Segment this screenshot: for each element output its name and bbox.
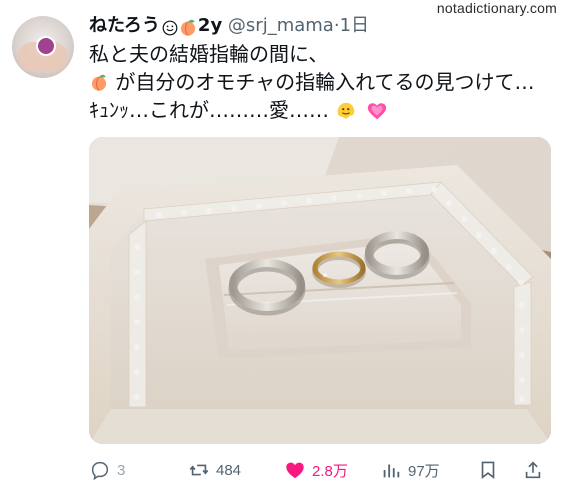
share-icon bbox=[525, 461, 541, 479]
tweet-actions: 3 484 2.8万 97万 bbox=[89, 455, 551, 485]
tweet-text: 私と夫の結婚指輪の間に、 が自分のオモチャの指輪入れてるの見つけて… ｷｭﾝｯ…… bbox=[89, 40, 559, 124]
retweet-icon bbox=[189, 464, 209, 476]
reply-count: 3 bbox=[117, 461, 126, 479]
tweet-photo[interactable] bbox=[89, 137, 551, 444]
smiling-face-icon bbox=[160, 18, 178, 39]
name-suffix: 2y bbox=[197, 15, 223, 36]
timestamp[interactable]: 1日 bbox=[340, 15, 369, 36]
peach-icon bbox=[178, 17, 198, 39]
views-icon bbox=[383, 464, 400, 478]
user-handle[interactable]: @srj_mama bbox=[228, 15, 334, 36]
peach-icon bbox=[89, 70, 115, 94]
ring-box-photo bbox=[89, 137, 551, 444]
heart-icon bbox=[286, 462, 304, 479]
like-count: 2.8万 bbox=[312, 462, 348, 480]
tweet-line-1: 私と夫の結婚指輪の間に、 bbox=[89, 42, 329, 66]
views-count: 97万 bbox=[408, 462, 440, 480]
retweet-button[interactable]: 484 bbox=[188, 455, 241, 485]
reply-icon bbox=[91, 461, 109, 481]
like-button[interactable]: 2.8万 bbox=[284, 455, 348, 485]
views-button[interactable]: 97万 bbox=[380, 455, 440, 485]
avatar-badge-decoration bbox=[36, 36, 56, 56]
growing-heart-icon bbox=[364, 98, 388, 122]
watermark: notadictionary.com bbox=[436, 0, 557, 16]
avatar[interactable] bbox=[12, 16, 74, 78]
bookmark-icon bbox=[481, 461, 495, 479]
display-name[interactable]: ねたろう bbox=[89, 15, 160, 36]
reply-button[interactable]: 3 bbox=[89, 455, 125, 485]
tweet-line-2: が自分のオモチャの指輪入れてるの見つけて… bbox=[89, 68, 559, 96]
tweet-line-2-text: が自分のオモチャの指輪入れてるの見つけて… bbox=[115, 70, 535, 94]
share-button[interactable] bbox=[522, 455, 544, 485]
tweet-line-3-text: ｷｭﾝｯ…これが………愛…… bbox=[89, 98, 329, 122]
tweet-line-3: ｷｭﾝｯ…これが………愛…… bbox=[89, 96, 559, 124]
retweet-count: 484 bbox=[216, 461, 242, 479]
bookmark-button[interactable] bbox=[477, 455, 499, 485]
melting-face-icon bbox=[335, 98, 363, 122]
tweet-header: ねたろう 2y @srj_mama·1日 bbox=[89, 11, 369, 39]
